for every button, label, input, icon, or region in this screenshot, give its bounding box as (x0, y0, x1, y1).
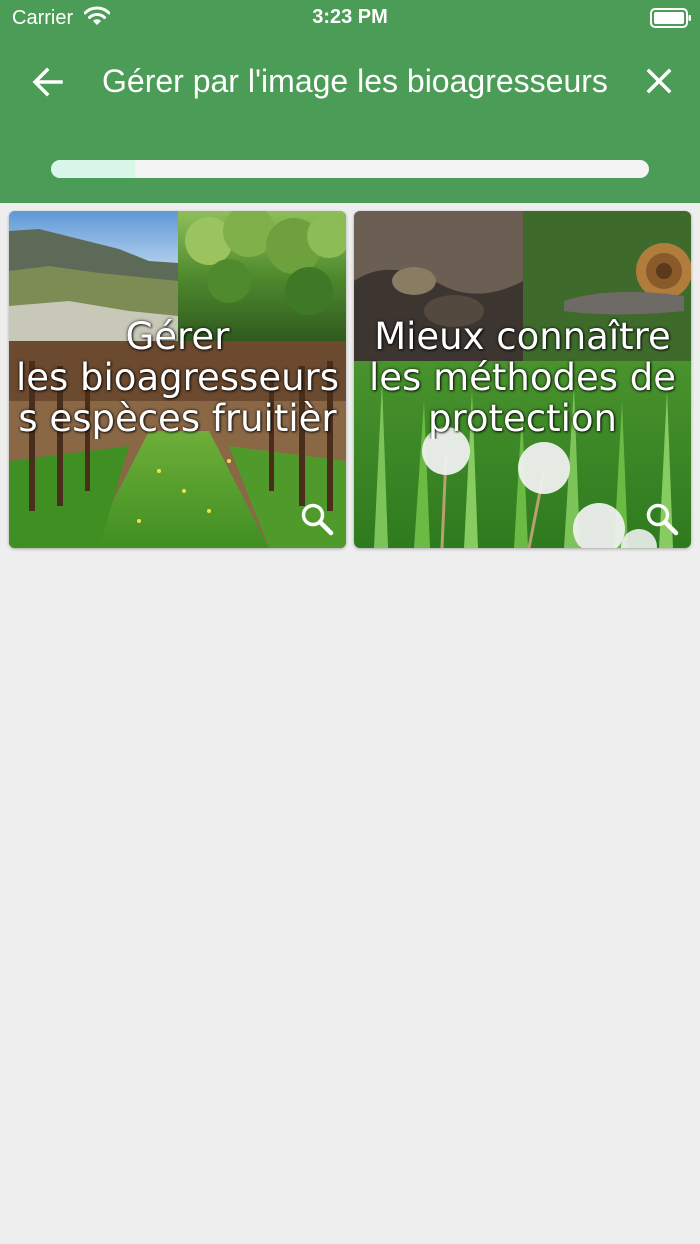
card-learn-protection-methods[interactable]: Mieux connaître les méthodes de protecti… (354, 211, 691, 548)
search-icon[interactable] (299, 501, 335, 537)
close-icon[interactable] (640, 62, 678, 100)
status-time: 3:23 PM (312, 6, 388, 28)
page-title: Gérer par l'image les bioagresseurs (102, 63, 608, 99)
progress-bar-fill (51, 160, 135, 178)
card-manage-pests-fruit-species[interactable]: Gérer les bioagresseurs s espèces fruiti… (9, 211, 346, 548)
card-label: Mieux connaître les méthodes de protecti… (368, 316, 677, 439)
status-bar: Carrier 3:23 PM (0, 0, 700, 36)
card-label: Gérer les bioagresseurs s espèces fruiti… (15, 316, 340, 439)
battery-icon (650, 8, 691, 28)
arrow-left-icon[interactable] (28, 62, 68, 102)
progress-bar (51, 160, 649, 178)
search-icon[interactable] (644, 501, 680, 537)
app-header: Carrier 3:23 PM Gérer par l'image les bi… (0, 0, 700, 203)
